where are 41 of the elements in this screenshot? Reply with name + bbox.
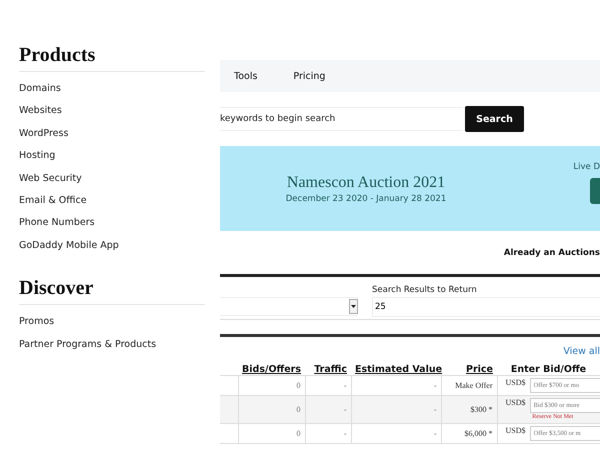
sidebar-link[interactable]: Promos: [19, 311, 205, 334]
table-cell: -: [305, 396, 351, 424]
sidebar-link[interactable]: Web Security: [19, 168, 205, 190]
sidebar-link[interactable]: WordPress: [19, 122, 205, 146]
banner-title: Namescon Auction 2021: [286, 174, 446, 192]
sidebar-link[interactable]: GoDaddy Mobile App: [19, 234, 205, 258]
sidebar-link[interactable]: Websites: [19, 100, 205, 123]
column-header[interactable]: Traffic: [305, 362, 351, 376]
banner-text: Live D: [573, 162, 600, 172]
column-header[interactable]: Price: [441, 362, 497, 376]
table-cell: -: [351, 424, 441, 444]
table-cell: 0: [238, 424, 305, 444]
sidebar-link[interactable]: Hosting: [19, 145, 205, 168]
nav-link[interactable]: Tools: [234, 70, 258, 82]
account-text: Already an Auctions: [504, 248, 600, 258]
column-header[interactable]: Estimated Value: [351, 362, 441, 376]
search-button[interactable]: Search: [465, 106, 524, 132]
table-cell: -: [305, 424, 351, 444]
section-heading: Discover: [19, 277, 205, 306]
table-cell: $6,000 *: [441, 424, 497, 444]
field-label: Search Results to Return: [372, 285, 478, 295]
column-header[interactable]: Bids/Offers: [238, 362, 305, 376]
table-cell: -: [351, 396, 441, 424]
banner-button[interactable]: [590, 178, 600, 204]
sidebar-link[interactable]: Email & Office: [19, 190, 205, 212]
sidebar-link[interactable]: Partner Programs & Products: [19, 334, 205, 356]
section-heading: Products: [19, 44, 205, 72]
table-cell: $300 *: [441, 396, 497, 424]
currency-label: USD$: [506, 426, 526, 435]
view-all-link[interactable]: View all: [563, 346, 600, 357]
column-header: Enter Bid/Offe: [497, 362, 600, 376]
table-cell: 0: [238, 396, 305, 424]
nav-link[interactable]: Pricing: [293, 70, 326, 82]
banner-dates: December 23 2020 - January 28 2021: [286, 194, 446, 204]
results-field[interactable]: 25: [372, 297, 600, 317]
currency-label: USD$: [506, 378, 526, 387]
sidebar-link[interactable]: Domains: [19, 78, 205, 100]
currency-label: USD$: [506, 398, 526, 407]
dropdown[interactable]: [220, 297, 358, 316]
sidebar-link[interactable]: Phone Numbers: [19, 212, 205, 235]
search-field[interactable]: keywords to begin search: [220, 107, 463, 131]
